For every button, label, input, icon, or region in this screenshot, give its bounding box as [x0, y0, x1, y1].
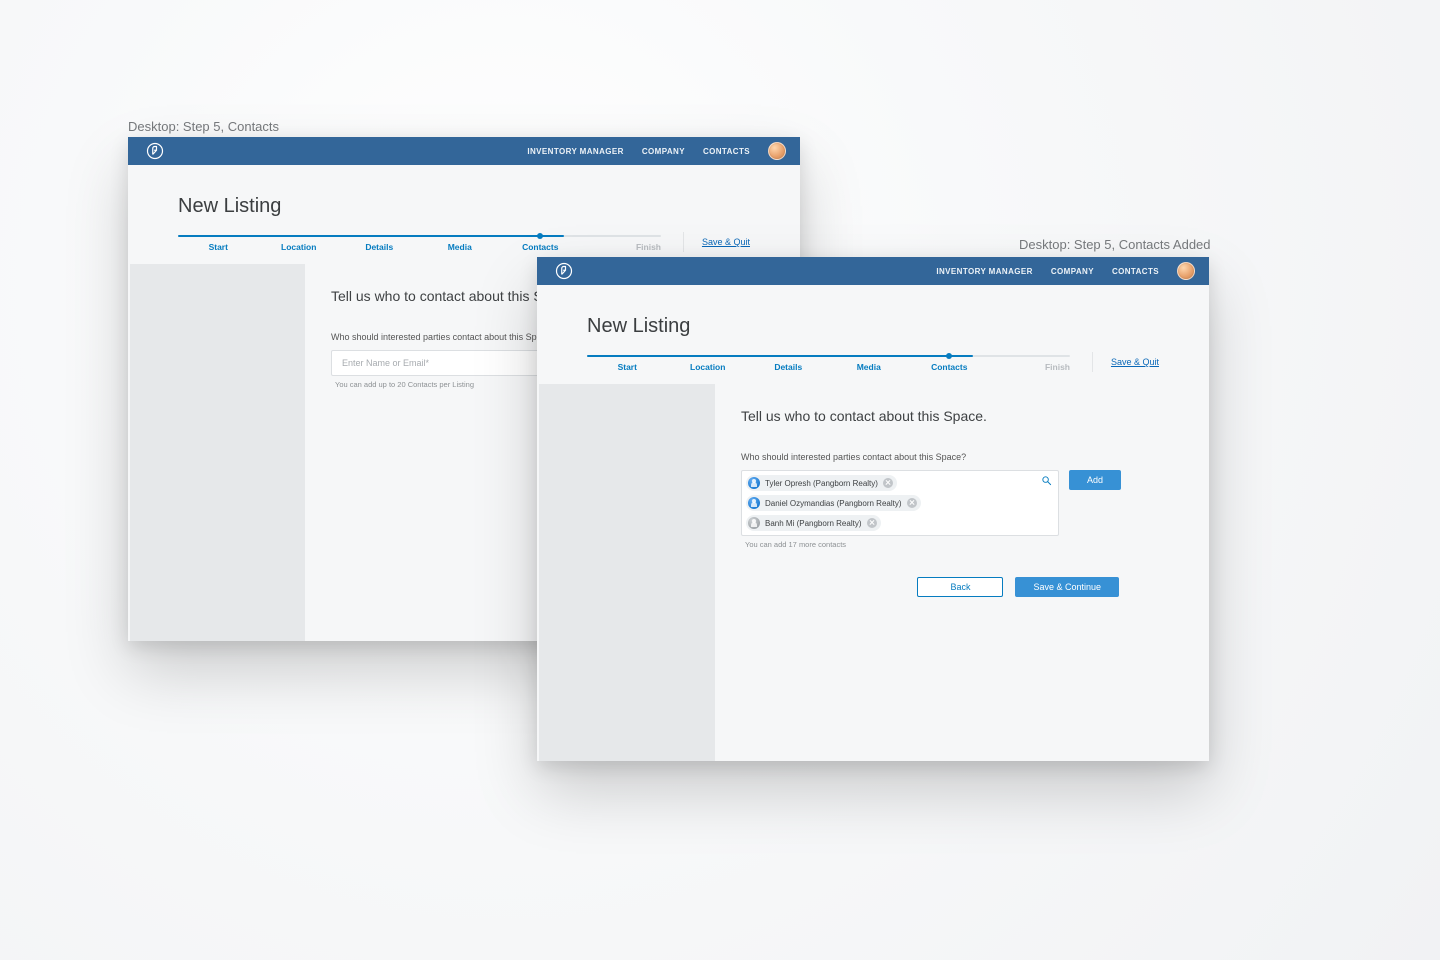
back-button[interactable]: Back: [917, 577, 1003, 597]
remove-contact-icon[interactable]: [867, 518, 877, 528]
nav-company[interactable]: COMPANY: [1051, 267, 1094, 276]
save-and-quit-link[interactable]: Save & Quit: [1092, 352, 1159, 372]
nav-company[interactable]: COMPANY: [642, 147, 685, 156]
contact-avatar-icon: [748, 517, 760, 529]
listing-preview-panel: [539, 384, 715, 761]
contact-chip: Tyler Opresh (Pangborn Realty): [746, 475, 897, 491]
form-question: Who should interested parties contact ab…: [741, 452, 1159, 462]
save-continue-button[interactable]: Save & Continue: [1015, 577, 1119, 597]
step-start[interactable]: Start: [209, 242, 228, 252]
brand-logo[interactable]: [555, 262, 573, 280]
top-nav: INVENTORY MANAGER COMPANY CONTACTS: [128, 137, 800, 165]
nav-contacts[interactable]: CONTACTS: [703, 147, 750, 156]
caption-left: Desktop: Step 5, Contacts: [128, 119, 279, 134]
contact-chip-label: Daniel Ozymandias (Pangborn Realty): [765, 499, 902, 508]
progress-stepper: Start Location Details Media Contacts Fi…: [587, 352, 1070, 376]
contact-input[interactable]: Tyler Opresh (Pangborn Realty) Daniel Oz…: [741, 470, 1059, 536]
form-heading: Tell us who to contact about this Space.: [741, 408, 1159, 424]
contact-chip: Daniel Ozymandias (Pangborn Realty): [746, 495, 921, 511]
nav-inventory-manager[interactable]: INVENTORY MANAGER: [936, 267, 1032, 276]
step-details[interactable]: Details: [774, 362, 802, 372]
step-contacts[interactable]: Contacts: [931, 362, 967, 372]
page-title: New Listing: [587, 315, 1159, 338]
step-start[interactable]: Start: [618, 362, 637, 372]
add-contact-button[interactable]: Add: [1069, 470, 1121, 490]
logo-icon: [146, 142, 164, 160]
contact-limit-hint: You can add 17 more contacts: [745, 540, 1159, 549]
user-avatar[interactable]: [1177, 262, 1195, 280]
mockup-contacts-added: INVENTORY MANAGER COMPANY CONTACTS New L…: [537, 257, 1209, 761]
step-location[interactable]: Location: [690, 362, 725, 372]
caption-right: Desktop: Step 5, Contacts Added: [1019, 237, 1211, 252]
remove-contact-icon[interactable]: [907, 498, 917, 508]
page-title: New Listing: [178, 195, 750, 218]
contact-avatar-icon: [748, 477, 760, 489]
search-icon: [1041, 475, 1052, 489]
step-contacts[interactable]: Contacts: [522, 242, 558, 252]
user-avatar[interactable]: [768, 142, 786, 160]
step-details[interactable]: Details: [365, 242, 393, 252]
top-nav: INVENTORY MANAGER COMPANY CONTACTS: [537, 257, 1209, 285]
nav-inventory-manager[interactable]: INVENTORY MANAGER: [527, 147, 623, 156]
brand-logo[interactable]: [146, 142, 164, 160]
contact-avatar-icon: [748, 497, 760, 509]
step-location[interactable]: Location: [281, 242, 316, 252]
step-media[interactable]: Media: [857, 362, 881, 372]
step-media[interactable]: Media: [448, 242, 472, 252]
listing-preview-panel: [130, 264, 305, 641]
save-and-quit-link[interactable]: Save & Quit: [683, 232, 750, 252]
progress-stepper: Start Location Details Media Contacts Fi…: [178, 232, 661, 256]
contact-input-placeholder: Enter Name or Email*: [342, 358, 429, 368]
contact-chip-label: Tyler Opresh (Pangborn Realty): [765, 479, 878, 488]
step-finish[interactable]: Finish: [1045, 362, 1070, 372]
nav-contacts[interactable]: CONTACTS: [1112, 267, 1159, 276]
logo-icon: [555, 262, 573, 280]
step-finish[interactable]: Finish: [636, 242, 661, 252]
contact-chip: Banh Mi (Pangborn Realty): [746, 515, 881, 531]
remove-contact-icon[interactable]: [883, 478, 893, 488]
contact-chip-label: Banh Mi (Pangborn Realty): [765, 519, 862, 528]
